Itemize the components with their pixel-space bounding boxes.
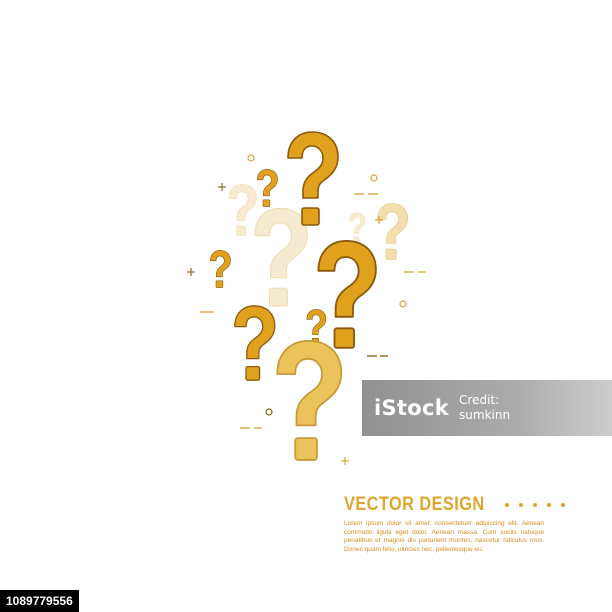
question-mark-icon: [257, 169, 278, 207]
question-mark-icon: [349, 212, 366, 243]
dot: [533, 503, 538, 507]
dot: [561, 503, 566, 507]
question-mark-icon: [377, 203, 408, 260]
dot: [505, 503, 510, 507]
question-mark-icon: [254, 207, 308, 307]
vector-design-title: VECTOR DESIGN: [344, 494, 485, 515]
title-row: VECTOR DESIGN: [344, 494, 566, 516]
dot: [547, 503, 552, 507]
circle-outline-icon: [370, 174, 378, 182]
circle-outline-icon: [247, 154, 255, 162]
question-mark-icon: [210, 250, 231, 288]
question-mark-icon: [306, 309, 327, 346]
plus-sign-icon: [187, 268, 195, 276]
istock-logo: iStock: [374, 396, 450, 420]
credit-author: sumkinn: [459, 408, 511, 422]
credit-label: Credit:: [459, 393, 500, 407]
plus-sign-icon: [341, 457, 349, 465]
question-mark-icon: [276, 339, 343, 461]
question-mark-icon: [287, 131, 339, 226]
lorem-ipsum-text: Lorem ipsum dolor sit amet, consectetuer…: [344, 520, 544, 553]
circle-outline-icon: [265, 408, 273, 416]
dot: [519, 503, 524, 507]
credit-lines: Credit: sumkinn: [459, 393, 510, 423]
plus-sign-icon: [218, 183, 226, 191]
question-mark-icon: [234, 305, 276, 381]
question-mark-icon: [317, 239, 377, 349]
question-mark-icon: [228, 184, 257, 236]
decorative-dots: [505, 503, 566, 507]
circle-outline-icon: [399, 300, 407, 308]
stock-id-label: 1089779556: [0, 590, 79, 612]
watermark-bar: iStock Credit: sumkinn: [362, 380, 612, 436]
